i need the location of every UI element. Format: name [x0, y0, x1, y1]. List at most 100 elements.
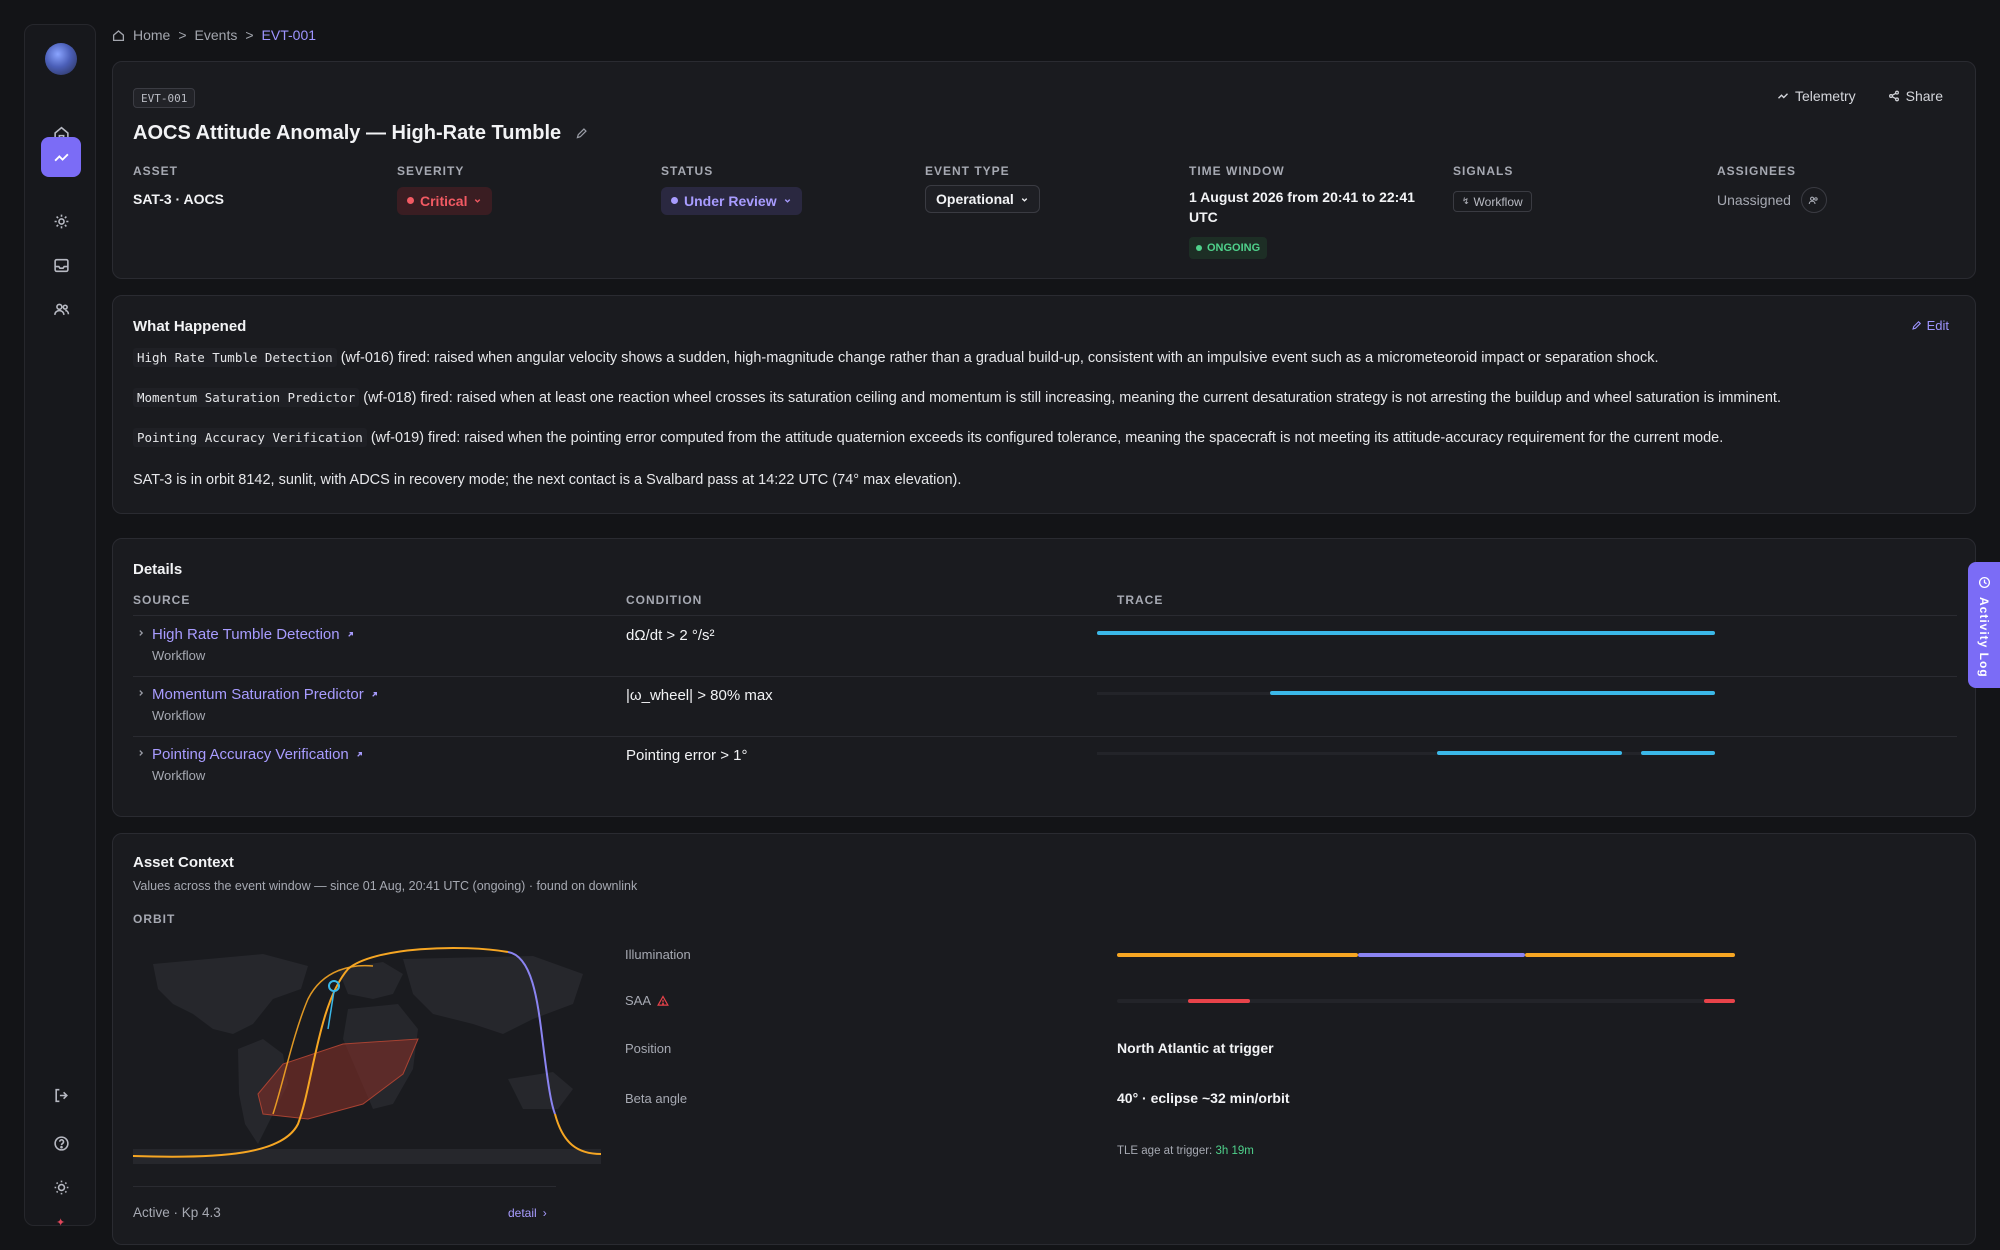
- section-subtitle: Values across the event window — since 0…: [133, 879, 638, 893]
- source-link[interactable]: Momentum Saturation Predictor: [152, 686, 379, 703]
- saa-pass-segment: [1188, 999, 1250, 1003]
- tle-age: TLE age at trigger: 3h 19m: [1117, 1145, 1254, 1157]
- summary-text: SAT-3 is in orbit 8142, sunlit, with ADC…: [133, 472, 962, 488]
- event-header-card: EVT-001 AOCS Attitude Anomaly — High-Rat…: [112, 61, 1976, 279]
- table-row[interactable]: High Rate Tumble Detection Workflow dΩ/d…: [133, 616, 1957, 676]
- finding-text: (wf-019) fired: raised when the pointing…: [370, 430, 1724, 446]
- edit-button[interactable]: Edit: [1911, 318, 1949, 333]
- chevron-down-icon: [784, 199, 790, 203]
- event-type-dropdown[interactable]: Operational: [925, 185, 1040, 213]
- sidebar: ✦: [24, 24, 96, 1229]
- pencil-icon: [1911, 320, 1921, 330]
- source-name: High Rate Tumble Detection: [152, 626, 340, 643]
- saa-label: SAA: [625, 993, 652, 1008]
- meta-label: ASSET: [133, 164, 179, 178]
- source-link[interactable]: High Rate Tumble Detection: [152, 626, 355, 643]
- events-trend-icon[interactable]: [41, 137, 81, 177]
- assignee-value: Unassigned: [1717, 192, 1791, 208]
- warning-icon: [657, 994, 669, 1006]
- event-type-value: Operational: [936, 191, 1014, 207]
- column-header-condition: CONDITION: [626, 593, 703, 607]
- severity-dropdown[interactable]: Critical: [397, 186, 493, 215]
- status-dropdown[interactable]: Under Review: [661, 186, 802, 215]
- trend-icon: [1777, 93, 1788, 99]
- asset-context-card: Asset Context Values across the event wi…: [112, 833, 1976, 1245]
- chevron-down-icon: [1021, 197, 1028, 202]
- ongoing-dot: [1196, 245, 1202, 251]
- status-dot: [671, 197, 678, 204]
- breadcrumb: Home > Events > EVT-001: [112, 24, 316, 46]
- meta-severity: SEVERITY Critical: [397, 164, 493, 215]
- chevron-right-icon[interactable]: [137, 629, 145, 637]
- position-label: Position: [625, 1041, 672, 1056]
- external-link-icon: [347, 632, 353, 637]
- trace-active-segment: [1097, 631, 1715, 635]
- help-icon[interactable]: [41, 1123, 81, 1163]
- meta-signals: SIGNALS ↯ Workflow: [1453, 164, 1532, 212]
- column-header-source: SOURCE: [133, 593, 191, 607]
- breadcrumb-home-icon[interactable]: [112, 29, 125, 42]
- signal-chip[interactable]: ↯ Workflow: [1453, 191, 1532, 212]
- theme-sun-icon[interactable]: [41, 1167, 81, 1207]
- detail-link[interactable]: detail ›: [508, 1206, 547, 1220]
- trace-active-segment: [1640, 751, 1715, 755]
- ongoing-label: ONGOING: [1207, 242, 1261, 254]
- logout-icon[interactable]: [41, 1075, 81, 1115]
- details-card: Details SOURCE CONDITION TRACE High Rate…: [112, 538, 1976, 817]
- external-link-icon: [357, 752, 362, 757]
- trace-track: [1097, 752, 1715, 755]
- team-users-icon[interactable]: [41, 289, 81, 329]
- activity-log-tab[interactable]: Activity Log: [1968, 562, 2000, 688]
- clock-history-icon: [1978, 576, 1990, 589]
- users-icon: [1809, 196, 1819, 204]
- ground-track-sunlit: [554, 1113, 601, 1155]
- breadcrumb-separator: >: [245, 27, 254, 43]
- finding-item: Momentum Saturation Predictor (wf-018) f…: [133, 388, 1781, 407]
- event-title-row: AOCS Attitude Anomaly — High-Rate Tumble: [133, 122, 588, 145]
- edit-title-pencil-icon[interactable]: [575, 127, 588, 140]
- orbit-label: ORBIT: [133, 912, 176, 926]
- finding-item: High Rate Tumble Detection (wf-016) fire…: [133, 348, 1659, 367]
- severity-dot: [407, 197, 414, 204]
- meta-label: EVENT TYPE: [925, 164, 1010, 178]
- meta-label: TIME WINDOW: [1189, 164, 1285, 178]
- tle-label: TLE age at trigger:: [1117, 1145, 1213, 1157]
- table-row[interactable]: Momentum Saturation Predictor Workflow |…: [133, 676, 1957, 736]
- ongoing-badge: ONGOING: [1189, 237, 1268, 259]
- chevron-right-icon[interactable]: [137, 749, 145, 757]
- condition-value: |ω_wheel| > 80% max: [626, 687, 773, 704]
- add-assignee-button[interactable]: [1800, 187, 1827, 213]
- space-weather-status: Active · Kp 4.3: [133, 1205, 221, 1220]
- inbox-icon[interactable]: [41, 245, 81, 285]
- telemetry-label: Telemetry: [1794, 88, 1856, 104]
- meta-label: SIGNALS: [1453, 164, 1514, 178]
- section-title: What Happened: [133, 318, 247, 335]
- detail-label: detail: [508, 1206, 537, 1220]
- breadcrumb-separator: >: [178, 27, 187, 43]
- source-link[interactable]: Pointing Accuracy Verification: [152, 746, 364, 763]
- share-button[interactable]: Share: [1888, 88, 1943, 104]
- column-header-trace: TRACE: [1117, 593, 1164, 607]
- workflow-code: Pointing Accuracy Verification: [133, 428, 367, 447]
- source-type: Workflow: [152, 768, 206, 783]
- section-title: Asset Context: [133, 854, 234, 871]
- telemetry-button[interactable]: Telemetry: [1777, 88, 1856, 104]
- illumination-label: Illumination: [625, 947, 691, 962]
- chevron-right-icon[interactable]: [137, 689, 145, 697]
- position-value: North Atlantic at trigger: [1117, 1040, 1274, 1056]
- breadcrumb-events[interactable]: Events: [195, 27, 238, 43]
- breadcrumb-home[interactable]: Home: [133, 27, 170, 43]
- orbit-ground-track-map[interactable]: [133, 944, 601, 1164]
- asset-value: SAT-3 · AOCS: [133, 191, 225, 207]
- beta-angle-label: Beta angle: [625, 1091, 688, 1106]
- meta-label: STATUS: [661, 164, 714, 178]
- finding-item: Pointing Accuracy Verification (wf-019) …: [133, 428, 1724, 447]
- settings-gear-icon[interactable]: [41, 201, 81, 241]
- meta-label: ASSIGNEES: [1717, 164, 1797, 178]
- tle-value: 3h 19m: [1215, 1145, 1254, 1157]
- finding-text: (wf-016) fired: raised when angular velo…: [340, 350, 1659, 366]
- source-name: Momentum Saturation Predictor: [152, 686, 364, 703]
- meta-event-type: EVENT TYPE Operational: [925, 164, 1040, 213]
- app-logo[interactable]: [45, 43, 77, 75]
- table-row[interactable]: Pointing Accuracy Verification Workflow …: [133, 736, 1957, 796]
